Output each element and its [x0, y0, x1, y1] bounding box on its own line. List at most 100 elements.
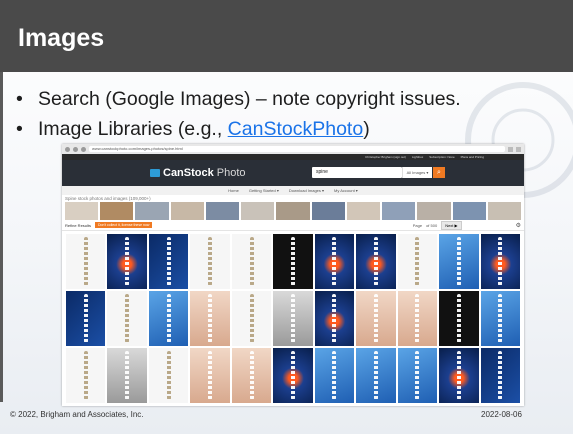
related-thumbnail[interactable] [65, 202, 99, 220]
spine-image-icon [83, 237, 88, 286]
spine-image-icon [125, 237, 130, 286]
result-thumbnail[interactable] [397, 291, 438, 346]
spine-image-icon [415, 351, 420, 400]
result-row [66, 348, 520, 403]
forward-icon[interactable] [73, 146, 78, 152]
result-thumbnail[interactable] [273, 291, 313, 346]
related-thumbnail[interactable] [346, 202, 381, 220]
nav-item-download-images[interactable]: Download Images ▾ [289, 188, 324, 193]
canstockphoto-link[interactable]: CanStockPhoto [228, 118, 364, 140]
spine-image-icon [456, 237, 461, 286]
result-thumbnail[interactable] [66, 348, 106, 403]
search-input[interactable]: spine [312, 167, 402, 178]
result-thumbnail[interactable] [439, 291, 479, 346]
result-thumbnail[interactable] [231, 348, 272, 403]
result-thumbnail[interactable] [231, 234, 272, 289]
spine-image-icon [208, 294, 213, 343]
bullet-list: • Search (Google Images) – note copyright… [16, 84, 572, 144]
result-thumbnail[interactable] [148, 291, 189, 346]
slide: Images • Search (Google Images) – note co… [0, 0, 573, 434]
spine-image-icon [373, 294, 378, 343]
bullet-text-suffix: ) [363, 118, 370, 140]
reload-icon[interactable] [81, 146, 86, 152]
image-type-select[interactable]: All Images ▾ [402, 167, 432, 178]
result-thumbnail[interactable] [439, 348, 479, 403]
spine-image-icon [83, 351, 88, 400]
result-thumbnail[interactable] [397, 234, 438, 289]
related-thumbnail[interactable] [311, 202, 345, 220]
page-title: Images [18, 24, 105, 52]
result-thumbnail[interactable] [66, 291, 106, 346]
canstockphoto-logo[interactable]: CanStock Photo [150, 167, 246, 179]
nav-item-getting-started[interactable]: Getting Started ▾ [249, 188, 279, 193]
spine-image-icon [498, 237, 503, 286]
result-thumbnail[interactable] [231, 291, 272, 346]
result-thumbnail[interactable] [66, 234, 106, 289]
results-toolbar: Refine Results Don't collect it, license… [62, 220, 524, 231]
search-icon: ⌕ [437, 169, 441, 176]
result-thumbnail[interactable] [480, 291, 520, 346]
result-thumbnail[interactable] [314, 291, 355, 346]
spine-image-icon [83, 294, 88, 343]
result-thumbnail[interactable] [480, 348, 520, 403]
result-thumbnail[interactable] [107, 291, 147, 346]
related-thumbnail[interactable] [170, 202, 204, 220]
result-thumbnail[interactable] [190, 291, 230, 346]
address-bar[interactable]: www.canstockphoto.com/images-photos/spin… [89, 146, 505, 152]
result-thumbnail[interactable] [356, 348, 396, 403]
site-header: CanStock Photo spine All Images ▾ ⌕ [62, 160, 524, 186]
result-thumbnail[interactable] [356, 234, 396, 289]
related-thumbnail[interactable] [205, 202, 240, 220]
result-thumbnail[interactable] [190, 234, 230, 289]
related-thumbnail[interactable] [135, 202, 169, 220]
related-thumbnail[interactable] [276, 202, 310, 220]
top-link[interactable]: Subscription: None [429, 155, 454, 159]
result-thumbnail[interactable] [480, 234, 520, 289]
promo-badge[interactable]: Don't collect it, license these now [95, 222, 153, 228]
top-link[interactable]: Lightbox [412, 155, 423, 159]
result-thumbnail[interactable] [397, 348, 438, 403]
refine-results-button[interactable]: Refine Results [65, 223, 91, 228]
spine-image-icon [332, 351, 337, 400]
result-thumbnail[interactable] [148, 348, 189, 403]
result-thumbnail[interactable] [107, 234, 147, 289]
search-button[interactable]: ⌕ [433, 167, 445, 178]
menu-icon[interactable] [516, 146, 521, 152]
spine-image-icon [166, 351, 171, 400]
related-thumbnail[interactable] [382, 202, 416, 220]
image-results-grid [62, 231, 524, 406]
extension-icon[interactable] [508, 146, 513, 152]
spine-image-icon [291, 351, 295, 400]
spine-image-icon [208, 351, 213, 400]
top-link[interactable]: Plans and Pricing [461, 155, 484, 159]
result-thumbnail[interactable] [314, 348, 355, 403]
result-thumbnail[interactable] [439, 234, 479, 289]
bullet-item-libraries: • Image Libraries (e.g., CanStockPhoto) [16, 114, 572, 144]
nav-item-my-account[interactable]: My Account ▾ [334, 188, 358, 193]
spine-image-icon [415, 294, 420, 343]
left-divider [0, 72, 3, 402]
related-thumbnail[interactable] [487, 202, 522, 220]
spine-image-icon [373, 351, 378, 400]
result-thumbnail[interactable] [107, 348, 147, 403]
top-link[interactable]: Christopher Brigham (sign out) [365, 155, 406, 159]
related-thumbnail[interactable] [100, 202, 134, 220]
related-thumbnail[interactable] [452, 202, 486, 220]
bullet-icon: • [16, 118, 23, 140]
related-thumbnail[interactable] [417, 202, 451, 220]
result-thumbnail[interactable] [314, 234, 355, 289]
spine-image-icon [332, 237, 337, 286]
nav-item-home[interactable]: Home [228, 188, 239, 193]
next-page-button[interactable]: Next ▶ [441, 220, 462, 230]
title-bar: Images [0, 0, 573, 72]
result-thumbnail[interactable] [190, 348, 230, 403]
back-icon[interactable] [65, 146, 70, 152]
related-thumbnail[interactable] [241, 202, 275, 220]
result-thumbnail[interactable] [273, 234, 313, 289]
gear-icon[interactable]: ⚙ [516, 222, 521, 229]
result-thumbnail[interactable] [148, 234, 189, 289]
site-nav: Home Getting Started ▾ Download Images ▾… [62, 186, 524, 195]
result-thumbnail[interactable] [356, 291, 396, 346]
result-thumbnail[interactable] [273, 348, 313, 403]
logo-thin: Photo [216, 167, 246, 179]
